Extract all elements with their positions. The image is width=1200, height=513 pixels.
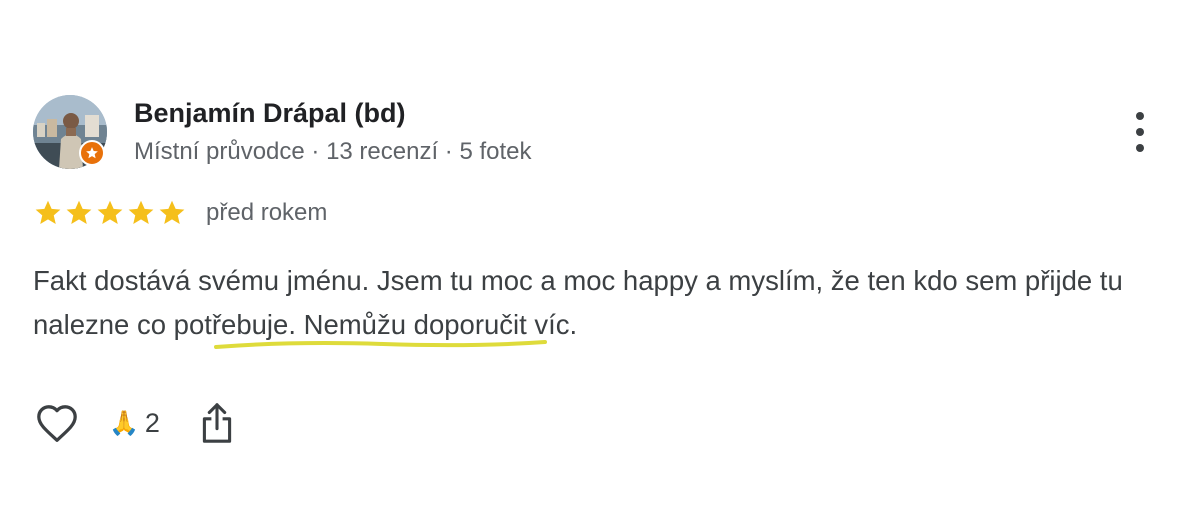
more-vert-icon bbox=[1136, 112, 1144, 120]
reaction-count: 2 bbox=[144, 407, 160, 438]
rating-row: před rokem bbox=[33, 196, 327, 230]
review-date: před rokem bbox=[206, 199, 328, 226]
more-vert-icon-dot bbox=[1136, 128, 1144, 136]
star-icon bbox=[64, 198, 94, 228]
reaction-summary[interactable]: 🙏 2 bbox=[109, 408, 160, 439]
more-options-button[interactable] bbox=[1124, 108, 1156, 156]
local-guide-badge-icon bbox=[86, 147, 98, 159]
review-text: Fakt dostává svému jménu. Jsem tu moc a … bbox=[33, 265, 1123, 340]
local-guide-badge bbox=[79, 140, 105, 166]
star-icon bbox=[126, 198, 156, 228]
star-icon bbox=[157, 198, 187, 228]
highlight-underline bbox=[214, 340, 547, 349]
review-actions: 🙏 2 bbox=[33, 398, 236, 448]
star-icon bbox=[33, 198, 63, 228]
share-icon bbox=[202, 403, 232, 443]
folded-hands-icon: 🙏 bbox=[109, 409, 139, 437]
star-icon bbox=[95, 198, 125, 228]
heart-outline-icon bbox=[37, 405, 77, 442]
author-name[interactable]: Benjamín Drápal (bd) bbox=[134, 98, 406, 129]
star-rating bbox=[33, 198, 187, 228]
like-button[interactable] bbox=[33, 400, 81, 446]
share-button[interactable] bbox=[198, 400, 236, 446]
author-meta: Místní průvodce · 13 recenzí · 5 fotek bbox=[134, 138, 532, 165]
review-card: Benjamín Drápal (bd) Místní průvodce · 1… bbox=[0, 0, 1200, 513]
more-vert-icon-dot bbox=[1136, 144, 1144, 152]
